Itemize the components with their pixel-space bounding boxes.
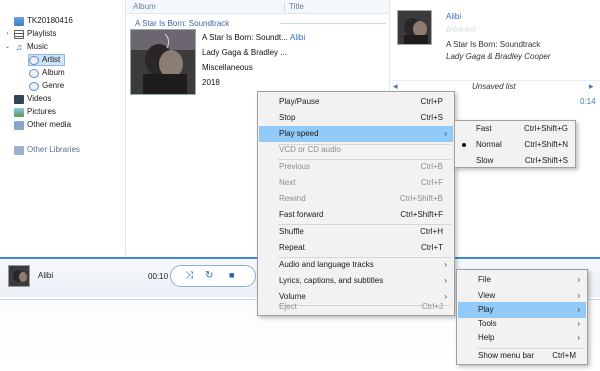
context-menu: Play/Pause Ctrl+P Stop Ctrl+S Play speed › … bbox=[257, 91, 455, 316]
playlist-icon bbox=[14, 29, 24, 39]
play-speed-submenu: Fast Ctrl+Shift+G Normal Ctrl+Shift+N Slow… bbox=[454, 120, 576, 168]
rating-stars[interactable]: ☆☆☆☆☆ bbox=[445, 25, 477, 34]
menu-item-speed-normal[interactable]: Normal Ctrl+Shift+N bbox=[456, 137, 574, 153]
menu-item-stop[interactable]: Stop Ctrl+S bbox=[259, 110, 453, 126]
menu-item-vcd-audio[interactable]: VCD or CD audio bbox=[259, 142, 453, 158]
menu-item-repeat[interactable]: Repeat Ctrl+T bbox=[259, 240, 453, 256]
submenu-arrow-icon: › bbox=[444, 276, 447, 285]
repeat-icon[interactable]: ↻ bbox=[205, 270, 213, 281]
main-menu: File › View › Play › Tools › Help › Show menu… bbox=[456, 269, 588, 365]
nav-item-pictures[interactable]: Pictures bbox=[14, 106, 56, 118]
forward-arrow-icon[interactable]: ▸ bbox=[589, 81, 594, 92]
now-playing-cover bbox=[397, 10, 432, 45]
player-track-title: Alibi bbox=[38, 271, 54, 280]
menu-item-play-speed[interactable]: Play speed › bbox=[259, 126, 453, 142]
collapse-arrow-icon[interactable]: ⌄ bbox=[4, 41, 11, 53]
genre-icon bbox=[29, 81, 39, 91]
column-header: Album Title bbox=[127, 0, 389, 14]
nav-item-album[interactable]: Album bbox=[29, 67, 65, 79]
navigation-pane: TK20180416 › Playlists ⌄ ♫ Music Artist A… bbox=[0, 0, 126, 255]
menu-item-play-pause[interactable]: Play/Pause Ctrl+P bbox=[259, 94, 453, 110]
nav-other-libraries[interactable]: Other Libraries bbox=[14, 144, 80, 156]
submenu-arrow-icon: › bbox=[444, 129, 447, 138]
submenu-arrow-icon: › bbox=[577, 333, 580, 342]
nav-library-root[interactable]: TK20180416 bbox=[4, 15, 73, 27]
menu-item-help[interactable]: Help › bbox=[458, 330, 586, 346]
menu-item-rewind[interactable]: Rewind Ctrl+Shift+B bbox=[259, 191, 453, 207]
player-thumbnail[interactable] bbox=[8, 265, 30, 287]
menu-item-file[interactable]: File › bbox=[458, 272, 586, 288]
album-group-title: A Star Is Born: Soundtrack bbox=[135, 19, 230, 28]
submenu-arrow-icon: › bbox=[577, 275, 580, 284]
group-divider bbox=[280, 23, 386, 24]
artist-icon bbox=[29, 55, 39, 65]
list-item-duration: 0:14 bbox=[580, 97, 596, 106]
nav-item-artist[interactable]: Artist bbox=[28, 54, 66, 66]
video-icon bbox=[14, 94, 24, 104]
music-note-icon: ♫ bbox=[15, 41, 23, 52]
menu-item-lyrics-captions[interactable]: Lyrics, captions, and subtitles › bbox=[259, 273, 453, 289]
nav-item-genre[interactable]: Genre bbox=[29, 80, 64, 92]
stop-icon[interactable]: ■ bbox=[229, 270, 234, 280]
track-row-title[interactable]: Alibi bbox=[290, 33, 305, 42]
menu-item-fast-forward[interactable]: Fast forward Ctrl+Shift+F bbox=[259, 207, 453, 223]
nav-item-other-media[interactable]: Other media bbox=[14, 119, 71, 131]
unsaved-list-label: Unsaved list bbox=[472, 82, 516, 91]
now-playing-title: Alibi bbox=[446, 12, 462, 21]
album-column-header[interactable]: Album bbox=[133, 0, 156, 14]
album-name: A Star Is Born: Soundt... bbox=[202, 33, 288, 42]
menu-item-previous[interactable]: Previous Ctrl+B bbox=[259, 159, 453, 175]
menu-item-next[interactable]: Next Ctrl+F bbox=[259, 175, 453, 191]
album-artist: Lady Gaga & Bradley ... bbox=[202, 48, 287, 57]
submenu-arrow-icon: › bbox=[444, 260, 447, 269]
album-cover-image[interactable] bbox=[130, 29, 196, 95]
nav-item-videos[interactable]: Videos bbox=[14, 93, 51, 105]
nav-item-playlists[interactable]: › Playlists bbox=[4, 28, 56, 40]
menu-item-shuffle[interactable]: Shuffle Ctrl+H bbox=[259, 224, 453, 240]
album-info: A Star Is Born: Soundt... Lady Gaga & Br… bbox=[202, 30, 288, 90]
menu-item-speed-slow[interactable]: Slow Ctrl+Shift+S bbox=[456, 153, 574, 169]
title-column-header[interactable]: Title bbox=[289, 0, 304, 14]
album-year: 2018 bbox=[202, 78, 220, 87]
expand-arrow-icon[interactable]: › bbox=[4, 28, 11, 40]
menu-item-speed-fast[interactable]: Fast Ctrl+Shift+G bbox=[456, 121, 574, 137]
now-playing-album: A Star Is Born: Soundtrack bbox=[446, 40, 541, 49]
nav-item-music[interactable]: ⌄ ♫ Music bbox=[4, 41, 48, 53]
picture-icon bbox=[14, 107, 24, 117]
now-playing-artist: Lady Gaga & Bradley Cooper bbox=[446, 52, 551, 61]
shuffle-icon[interactable]: ⤨ bbox=[185, 270, 193, 281]
selected-bullet-icon bbox=[462, 143, 466, 147]
menu-item-show-menu-bar[interactable]: Show menu bar Ctrl+M bbox=[458, 348, 586, 364]
album-icon bbox=[29, 68, 39, 78]
other-media-icon bbox=[14, 120, 24, 130]
other-libraries-icon bbox=[14, 145, 24, 155]
library-icon bbox=[14, 16, 24, 26]
transport-controls: ⤨ ↻ ■ bbox=[170, 265, 256, 287]
menu-item-eject[interactable]: Eject Ctrl+J bbox=[259, 299, 453, 315]
menu-item-audio-language[interactable]: Audio and language tracks › bbox=[259, 257, 453, 273]
player-elapsed-time: 00:10 bbox=[148, 272, 169, 281]
album-genre: Miscellaneous bbox=[202, 63, 253, 72]
